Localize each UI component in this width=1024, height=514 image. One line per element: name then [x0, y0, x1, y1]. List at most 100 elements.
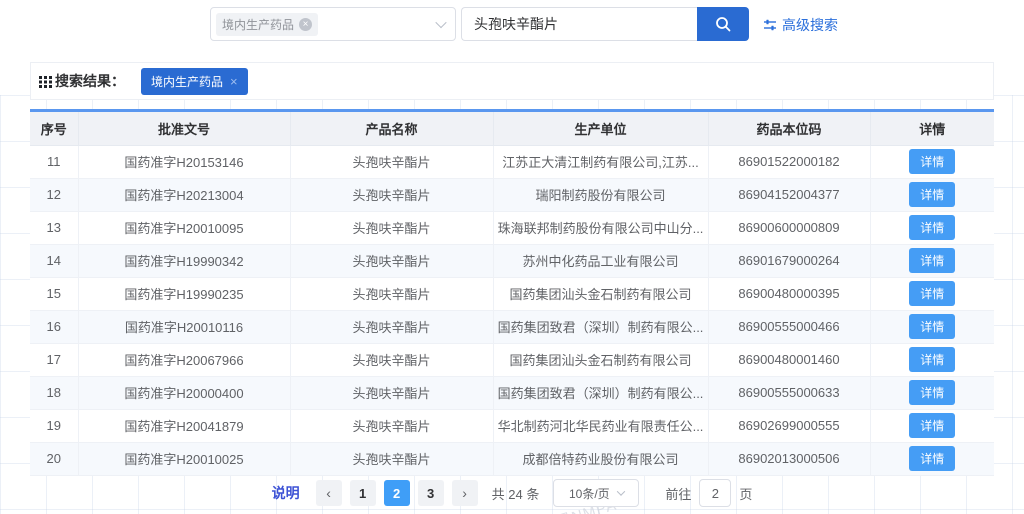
drug-code: 86900600000809 [708, 211, 870, 244]
detail-button[interactable]: 详情 [909, 281, 955, 306]
detail-cell: 详情 [870, 244, 994, 277]
detail-button[interactable]: 详情 [909, 413, 955, 438]
approval-number: 国药准字H20213004 [78, 178, 290, 211]
approval-number: 国药准字H20000400 [78, 376, 290, 409]
column-header: 批准文号 [78, 112, 290, 145]
table-row: 20国药准字H20010025头孢呋辛酯片成都倍特药业股份有限公司8690201… [30, 442, 994, 475]
detail-button[interactable]: 详情 [909, 314, 955, 339]
table-row: 14国药准字H19990342头孢呋辛酯片苏州中化药品工业有限公司8690167… [30, 244, 994, 277]
detail-cell: 详情 [870, 343, 994, 376]
approval-number: 国药准字H19990235 [78, 277, 290, 310]
category-tag-label: 境内生产药品 [222, 16, 294, 33]
detail-cell: 详情 [870, 178, 994, 211]
manufacturer: 成都倍特药业股份有限公司 [493, 442, 708, 475]
page-button-3[interactable]: 3 [418, 480, 444, 506]
product-name: 头孢呋辛酯片 [290, 310, 493, 343]
detail-button[interactable]: 详情 [909, 149, 955, 174]
drug-code: 86900555000466 [708, 310, 870, 343]
manufacturer: 国药集团汕头金石制药有限公司 [493, 343, 708, 376]
tag-close-icon[interactable]: × [230, 75, 238, 88]
filter-tag-label: 境内生产药品 [151, 73, 223, 90]
category-tag: 境内生产药品 × [216, 13, 318, 36]
row-number: 13 [30, 211, 78, 244]
approval-number: 国药准字H19990342 [78, 244, 290, 277]
search-button[interactable] [697, 7, 749, 41]
drug-code: 86900480000395 [708, 277, 870, 310]
approval-number: 国药准字H20153146 [78, 145, 290, 178]
detail-cell: 详情 [870, 376, 994, 409]
page-size-select[interactable]: 10条/页 [553, 479, 639, 507]
category-tag-close-icon[interactable]: × [299, 18, 312, 31]
goto-label: 前往 [665, 484, 691, 503]
product-name: 头孢呋辛酯片 [290, 244, 493, 277]
filter-tag[interactable]: 境内生产药品 × [141, 68, 248, 95]
search-bar: 境内生产药品 × 高级搜索 [210, 7, 838, 41]
results-bar: 搜索结果： 境内生产药品 × [30, 62, 994, 100]
product-name: 头孢呋辛酯片 [290, 178, 493, 211]
row-number: 11 [30, 145, 78, 178]
drug-code: 86900555000633 [708, 376, 870, 409]
category-select[interactable]: 境内生产药品 × [210, 7, 456, 41]
note-link[interactable]: 说明 [272, 483, 300, 503]
detail-cell: 详情 [870, 409, 994, 442]
goto-page-input[interactable] [699, 479, 731, 507]
drug-search-page: 国家药品监督管理局NMPA 国家药品监督管理局NMPA 国家药品监督管理局NMP… [0, 0, 1024, 514]
drug-code: 86902013000506 [708, 442, 870, 475]
manufacturer: 苏州中化药品工业有限公司 [493, 244, 708, 277]
product-name: 头孢呋辛酯片 [290, 442, 493, 475]
chevron-down-icon [616, 487, 624, 495]
next-page-button[interactable]: › [452, 480, 478, 506]
column-header: 序号 [30, 112, 78, 145]
drug-code: 86901679000264 [708, 244, 870, 277]
column-header: 药品本位码 [708, 112, 870, 145]
product-name: 头孢呋辛酯片 [290, 343, 493, 376]
page-size-value: 10条/页 [569, 485, 610, 502]
prev-page-button[interactable]: ‹ [316, 480, 342, 506]
table-row: 12国药准字H20213004头孢呋辛酯片瑞阳制药股份有限公司869041520… [30, 178, 994, 211]
detail-button[interactable]: 详情 [909, 215, 955, 240]
table-row: 15国药准字H19990235头孢呋辛酯片国药集团汕头金石制药有限公司86900… [30, 277, 994, 310]
row-number: 20 [30, 442, 78, 475]
row-number: 17 [30, 343, 78, 376]
search-icon [714, 15, 732, 33]
table-row: 17国药准字H20067966头孢呋辛酯片国药集团汕头金石制药有限公司86900… [30, 343, 994, 376]
grid-icon [39, 75, 52, 88]
product-name: 头孢呋辛酯片 [290, 211, 493, 244]
page-button-1[interactable]: 1 [350, 480, 376, 506]
row-number: 18 [30, 376, 78, 409]
detail-button[interactable]: 详情 [909, 248, 955, 273]
page-buttons: 123 [350, 480, 444, 506]
row-number: 12 [30, 178, 78, 211]
detail-button[interactable]: 详情 [909, 380, 955, 405]
approval-number: 国药准字H20010095 [78, 211, 290, 244]
approval-number: 国药准字H20010116 [78, 310, 290, 343]
detail-button[interactable]: 详情 [909, 182, 955, 207]
manufacturer: 珠海联邦制药股份有限公司中山分... [493, 211, 708, 244]
chevron-down-icon [435, 17, 446, 28]
manufacturer: 国药集团致君（深圳）制药有限公... [493, 376, 708, 409]
manufacturer: 瑞阳制药股份有限公司 [493, 178, 708, 211]
filter-sliders-icon [763, 18, 777, 32]
detail-button[interactable]: 详情 [909, 347, 955, 372]
drug-code: 86902699000555 [708, 409, 870, 442]
search-input-group [461, 7, 749, 41]
advanced-search-label: 高级搜索 [782, 15, 838, 35]
detail-cell: 详情 [870, 211, 994, 244]
approval-number: 国药准字H20067966 [78, 343, 290, 376]
table-header-row: 序号批准文号产品名称生产单位药品本位码详情 [30, 112, 994, 145]
approval-number: 国药准字H20041879 [78, 409, 290, 442]
detail-cell: 详情 [870, 277, 994, 310]
pagination: 说明 ‹ 123 › 共 24 条 10条/页 前往 页 [0, 479, 1024, 507]
page-button-2[interactable]: 2 [384, 480, 410, 506]
row-number: 19 [30, 409, 78, 442]
row-number: 16 [30, 310, 78, 343]
table-body: 11国药准字H20153146头孢呋辛酯片江苏正大清江制药有限公司,江苏...8… [30, 145, 994, 475]
product-name: 头孢呋辛酯片 [290, 277, 493, 310]
detail-button[interactable]: 详情 [909, 446, 955, 471]
table-row: 18国药准字H20000400头孢呋辛酯片国药集团致君（深圳）制药有限公...8… [30, 376, 994, 409]
advanced-search-link[interactable]: 高级搜索 [763, 15, 838, 35]
table-row: 13国药准字H20010095头孢呋辛酯片珠海联邦制药股份有限公司中山分...8… [30, 211, 994, 244]
search-input[interactable] [461, 7, 697, 41]
table-row: 16国药准字H20010116头孢呋辛酯片国药集团致君（深圳）制药有限公...8… [30, 310, 994, 343]
table-row: 11国药准字H20153146头孢呋辛酯片江苏正大清江制药有限公司,江苏...8… [30, 145, 994, 178]
